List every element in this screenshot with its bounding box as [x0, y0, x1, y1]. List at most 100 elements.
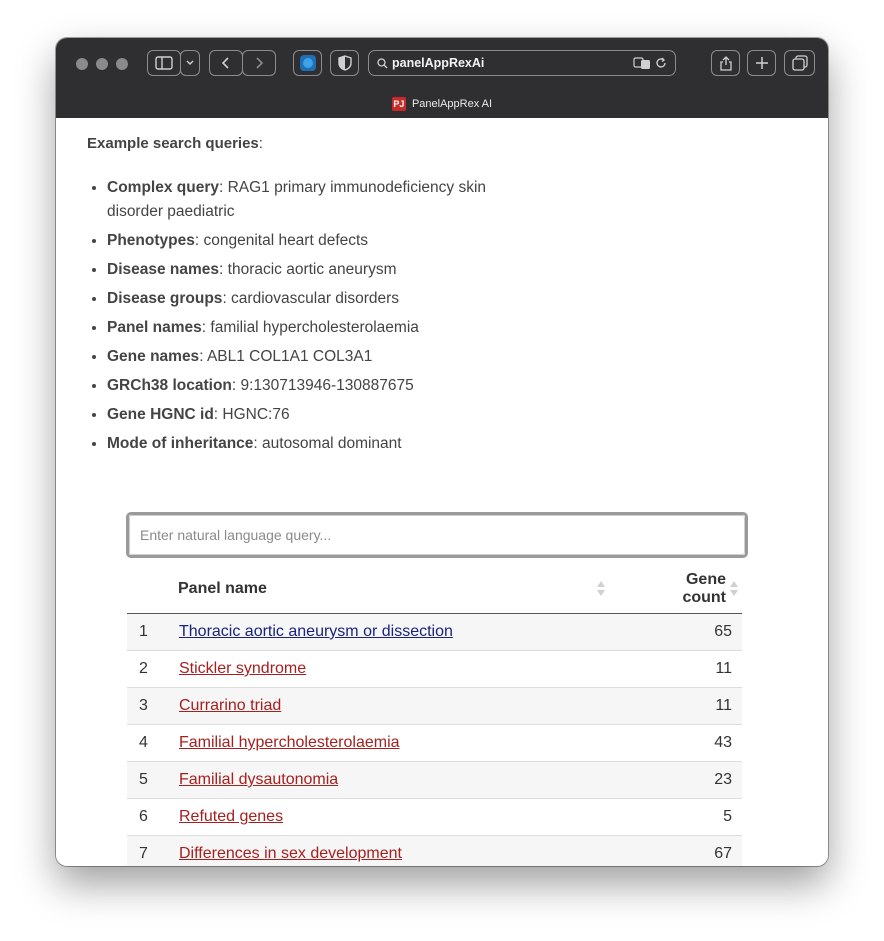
share-icon [719, 56, 732, 71]
panel-name-cell: Currarino triad [178, 687, 625, 725]
examples-heading-text: Example search queries [87, 135, 259, 152]
minimize-window-dot[interactable] [96, 58, 108, 70]
tab-title: PanelAppRex AI [411, 98, 493, 110]
example-query-label: Gene HGNC id [107, 406, 214, 423]
panel-name-header[interactable]: Panel name [178, 565, 625, 614]
panel-name-cell: Refuted genes [178, 798, 625, 836]
search-icon [377, 57, 388, 68]
panel-link[interactable]: Familial dysautonomia [179, 771, 338, 788]
extension-button[interactable] [293, 50, 322, 76]
example-query-item: Gene names: ABL1 COL1A1 COL3A1 [107, 345, 527, 369]
tab-overview-button[interactable] [784, 50, 815, 76]
examples-heading: Example search queries: [87, 135, 263, 152]
gene-count-cell: 67 [625, 835, 742, 866]
example-query-value: : autosomal dominant [253, 435, 402, 452]
example-query-value: : familial hypercholesterolaemia [201, 319, 419, 336]
gene-count-header[interactable]: Gene count [625, 565, 742, 614]
table-row: 6 Refuted genes 5 [127, 798, 742, 836]
browser-toolbar: panelAppRexAi PJ PanelAppRex AI [56, 38, 828, 118]
table-body: 1 Thoracic aortic aneurysm or dissection 6… [127, 613, 742, 866]
row-index: 5 [127, 761, 178, 799]
gene-count-cell: 11 [625, 650, 742, 688]
sidebar-dropdown-button[interactable] [180, 50, 200, 76]
row-index: 2 [127, 650, 178, 688]
sidebar-icon [155, 56, 173, 70]
browser-window: panelAppRexAi PJ PanelAppRex AI Example … [56, 38, 828, 866]
url-text: panelAppRexAi [392, 56, 485, 70]
example-query-value: : congenital heart defects [194, 232, 369, 249]
examples-list: Complex query: RAG1 primary immunodefici… [87, 176, 527, 461]
plus-icon [755, 57, 768, 69]
query-input[interactable] [129, 515, 745, 555]
gene-count-header-line1: Gene [685, 571, 726, 588]
example-query-label: Complex query [107, 179, 219, 196]
example-query-label: Disease groups [107, 290, 223, 307]
example-query-label: Disease names [107, 261, 220, 278]
panel-link[interactable]: Refuted genes [179, 808, 283, 825]
example-query-item: Mode of inheritance: autosomal dominant [107, 432, 527, 456]
table-row: 4 Familial hypercholesterolaemia 43 [127, 724, 742, 762]
share-button[interactable] [711, 50, 740, 76]
close-window-dot[interactable] [76, 58, 88, 70]
translate-icon[interactable] [633, 57, 651, 69]
tabs-icon [791, 55, 808, 71]
panel-link[interactable]: Currarino triad [179, 697, 281, 714]
active-tab[interactable]: PJ PanelAppRex AI [56, 94, 828, 114]
example-query-item: Disease groups: cardiovascular disorders [107, 287, 527, 311]
row-index: 3 [127, 687, 178, 725]
query-box [126, 512, 748, 558]
example-query-label: Mode of inheritance [107, 435, 254, 452]
example-query-value: : thoracic aortic aneurysm [219, 261, 397, 278]
address-bar[interactable]: panelAppRexAi [368, 50, 676, 76]
example-query-label: GRCh38 location [107, 377, 232, 394]
example-query-label: Gene names [107, 348, 200, 365]
reload-icon[interactable] [655, 57, 667, 69]
index-header [127, 565, 178, 614]
gene-count-cell: 5 [625, 798, 742, 836]
example-query-value: : HGNC:76 [213, 406, 290, 423]
example-query-item: Gene HGNC id: HGNC:76 [107, 403, 527, 427]
example-query-value: : cardiovascular disorders [222, 290, 400, 307]
sort-icon[interactable] [597, 581, 605, 597]
gene-count-header-line2: count [682, 589, 726, 606]
row-index: 1 [127, 613, 178, 651]
gene-count-cell: 43 [625, 724, 742, 762]
panel-link[interactable]: Familial hypercholesterolaemia [179, 734, 400, 751]
table-row: 2 Stickler syndrome 11 [127, 650, 742, 688]
app-favicon: PJ [391, 97, 406, 111]
panel-name-cell: Stickler syndrome [178, 650, 625, 688]
row-index: 7 [127, 835, 178, 866]
table-row: 7 Differences in sex development 67 [127, 835, 742, 866]
chevron-left-icon [221, 57, 229, 69]
forward-button[interactable] [242, 50, 276, 76]
chevron-right-icon [256, 57, 264, 69]
panel-name-cell: Differences in sex development [178, 835, 625, 866]
gene-count-cell: 11 [625, 687, 742, 725]
shield-icon [337, 55, 352, 71]
panel-name-cell: Familial dysautonomia [178, 761, 625, 799]
sidebar-toggle-button[interactable] [147, 50, 181, 76]
zoom-window-dot[interactable] [116, 58, 128, 70]
example-query-item: GRCh38 location: 9:130713946-130887675 [107, 374, 527, 398]
gene-count-cell: 23 [625, 761, 742, 799]
panel-link[interactable]: Stickler syndrome [179, 660, 306, 677]
panel-link[interactable]: Thoracic aortic aneurysm or dissection [179, 623, 453, 640]
panel-name-cell: Thoracic aortic aneurysm or dissection [178, 613, 625, 651]
panel-name-header-label: Panel name [178, 580, 267, 597]
table-row: 5 Familial dysautonomia 23 [127, 761, 742, 799]
row-index: 4 [127, 724, 178, 762]
panel-link[interactable]: Differences in sex development [179, 845, 402, 862]
example-query-value: : ABL1 COL1A1 COL3A1 [199, 348, 373, 365]
back-button[interactable] [209, 50, 243, 76]
example-query-value: : 9:130713946-130887675 [231, 377, 414, 394]
examples-heading-colon: : [258, 135, 263, 152]
extension-icon [299, 55, 316, 71]
gene-count-cell: 65 [625, 613, 742, 651]
panel-name-cell: Familial hypercholesterolaemia [178, 724, 625, 762]
example-query-label: Phenotypes [107, 232, 195, 249]
privacy-shield-button[interactable] [330, 50, 359, 76]
table-row: 1 Thoracic aortic aneurysm or dissection 6… [127, 613, 742, 651]
sort-icon[interactable] [730, 581, 738, 597]
new-tab-button[interactable] [747, 50, 776, 76]
example-query-item: Phenotypes: congenital heart defects [107, 229, 527, 253]
